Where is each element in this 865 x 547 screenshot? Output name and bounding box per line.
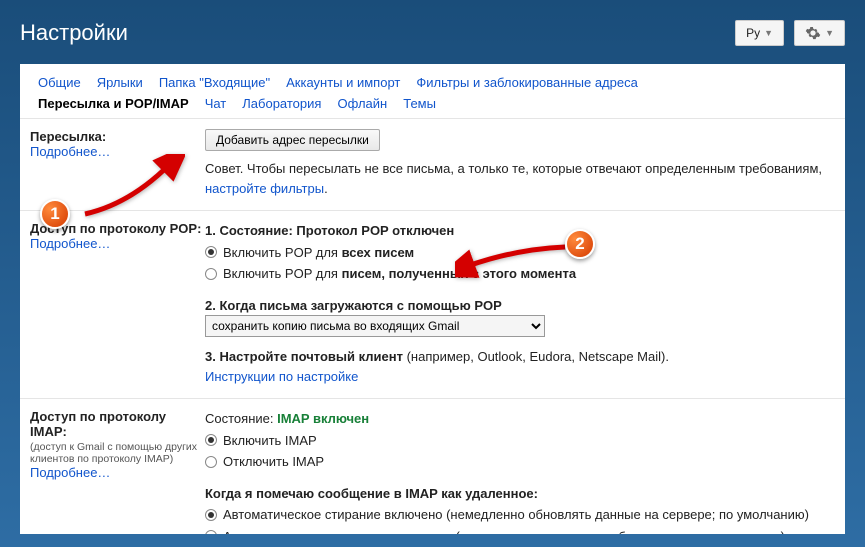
gear-icon (805, 25, 821, 41)
pop-download-action-select[interactable]: сохранить копию письма во входящих Gmail (205, 315, 545, 337)
pop-enable-all-label: Включить POP для всех писем (223, 243, 414, 263)
imap-disable-radio[interactable] (205, 456, 217, 468)
setup-filters-link[interactable]: настройте фильтры (205, 181, 324, 196)
annotation-badge-1: 1 (40, 199, 70, 229)
language-label: Ру (746, 26, 760, 40)
forwarding-label: Пересылка: (30, 129, 205, 144)
tab-папка-входящие-[interactable]: Папка "Входящие" (151, 72, 278, 93)
chevron-down-icon: ▼ (825, 28, 834, 38)
imap-autoexpunge-off-label: Автоматическое стирание выключено (ожида… (223, 527, 785, 535)
imap-autoexpunge-on-radio[interactable] (205, 509, 217, 521)
tab-пересылка-и-pop-imap[interactable]: Пересылка и POP/IMAP (30, 93, 197, 114)
tab-чат[interactable]: Чат (197, 93, 235, 114)
tab-общие[interactable]: Общие (30, 72, 89, 93)
add-forwarding-address-button[interactable]: Добавить адрес пересылки (205, 129, 380, 151)
tab-аккаунты-и-импорт[interactable]: Аккаунты и импорт (278, 72, 408, 93)
tab-темы[interactable]: Темы (395, 93, 444, 114)
imap-enable-label: Включить IMAP (223, 431, 317, 451)
pop-status-line: 1. Состояние: Протокол POP отключен (205, 221, 835, 241)
imap-status-line: Состояние: IMAP включен (205, 409, 835, 429)
chevron-down-icon: ▼ (764, 28, 773, 38)
pop-q2-label: 2. Когда письма загружаются с помощью PO… (205, 296, 835, 316)
pop-enable-new-radio[interactable] (205, 268, 217, 280)
imap-enable-radio[interactable] (205, 434, 217, 446)
imap-sublabel: (доступ к Gmail с помощью других клиенто… (30, 441, 205, 465)
forwarding-tip: Совет. Чтобы пересылать не все письма, а… (205, 159, 835, 198)
annotation-badge-2: 2 (565, 229, 595, 259)
imap-label: Доступ по протоколу IMAP: (30, 409, 205, 439)
pop-instructions-link[interactable]: Инструкции по настройке (205, 369, 358, 384)
imap-disable-label: Отключить IMAP (223, 452, 324, 472)
tab-офлайн[interactable]: Офлайн (329, 93, 395, 114)
language-button[interactable]: Ру ▼ (735, 20, 784, 46)
annotation-arrow-1 (75, 154, 185, 227)
settings-gear-button[interactable]: ▼ (794, 20, 845, 46)
imap-autoexpunge-off-radio[interactable] (205, 530, 217, 534)
tab-лаборатория[interactable]: Лаборатория (234, 93, 329, 114)
annotation-arrow-2 (455, 239, 575, 282)
page-title: Настройки (20, 20, 128, 46)
pop-q3-line: 3. Настройте почтовый клиент (например, … (205, 347, 835, 367)
pop-enable-all-radio[interactable] (205, 246, 217, 258)
pop-more-link[interactable]: Подробнее… (30, 236, 110, 251)
tab-фильтры-и-заблокированные-адреса[interactable]: Фильтры и заблокированные адреса (408, 72, 645, 93)
imap-delete-q-label: Когда я помечаю сообщение в IMAP как уда… (205, 484, 835, 504)
tab-ярлыки[interactable]: Ярлыки (89, 72, 151, 93)
imap-more-link[interactable]: Подробнее… (30, 465, 110, 480)
imap-autoexpunge-on-label: Автоматическое стирание включено (немедл… (223, 505, 809, 525)
